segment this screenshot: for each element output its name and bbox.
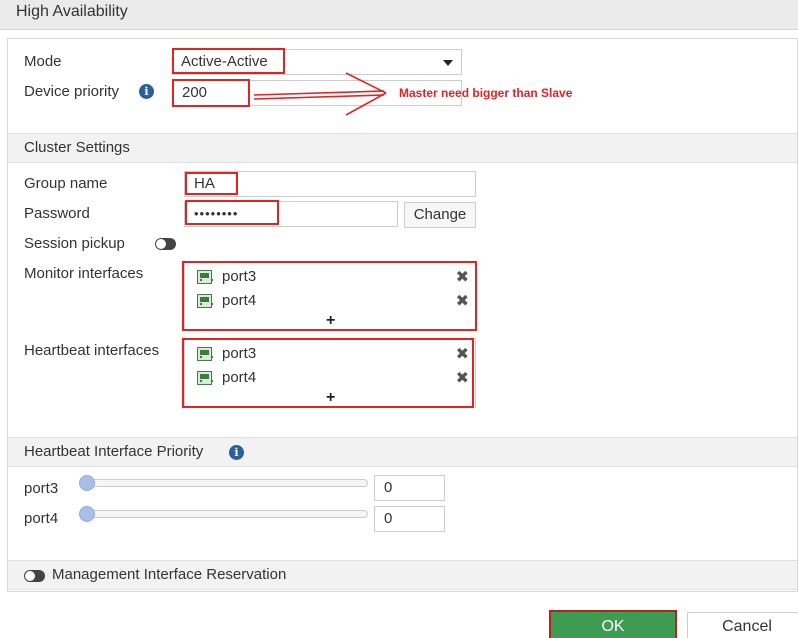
annotation-text: Master need bigger than Slave xyxy=(399,86,573,100)
annotation-arrow-icon xyxy=(253,72,387,116)
highlight-password xyxy=(185,200,279,225)
management-reservation-toggle[interactable] xyxy=(24,570,45,582)
highlight-monitor-interfaces xyxy=(182,261,477,331)
highlight-group-name xyxy=(185,172,238,195)
slider-handle[interactable] xyxy=(79,475,95,491)
heartbeat-priority-header: Heartbeat Interface Priority i xyxy=(8,437,797,467)
priority-slider-port3[interactable] xyxy=(79,475,368,491)
priority-input-port3[interactable]: 0 xyxy=(374,475,445,501)
group-name-label: Group name xyxy=(24,175,108,192)
dialog-title: High Availability xyxy=(16,3,128,20)
session-pickup-toggle[interactable] xyxy=(155,238,176,250)
management-reservation-bar: Management Interface Reservation xyxy=(8,560,797,590)
ok-button[interactable]: OK xyxy=(549,610,677,638)
highlight-device-priority xyxy=(172,79,250,107)
monitor-interfaces-label: Monitor interfaces xyxy=(24,265,144,282)
mode-label: Mode xyxy=(24,53,62,70)
priority-input-port4[interactable]: 0 xyxy=(374,506,445,532)
management-reservation-label: Management Interface Reservation xyxy=(52,566,287,583)
cluster-settings-header: Cluster Settings xyxy=(8,133,797,163)
session-pickup-label: Session pickup xyxy=(24,235,125,252)
priority-port-label: port3 xyxy=(24,480,59,497)
cancel-button[interactable]: Cancel xyxy=(687,612,798,638)
priority-slider-port4[interactable] xyxy=(79,506,368,522)
dialog-header: High Availability xyxy=(0,0,798,30)
priority-port-label: port4 xyxy=(24,510,59,527)
password-label: Password xyxy=(24,205,90,222)
info-icon[interactable]: i xyxy=(139,84,154,99)
slider-handle[interactable] xyxy=(79,506,95,522)
chevron-down-icon xyxy=(443,60,453,66)
highlight-heartbeat-interfaces xyxy=(182,338,474,408)
change-password-button[interactable]: Change xyxy=(404,202,476,228)
device-priority-label: Device priority xyxy=(24,83,120,100)
heartbeat-interfaces-label: Heartbeat interfaces xyxy=(24,342,160,359)
heartbeat-priority-title: Heartbeat Interface Priority xyxy=(24,443,204,460)
cluster-settings-title: Cluster Settings xyxy=(24,139,130,156)
info-icon[interactable]: i xyxy=(229,445,244,460)
